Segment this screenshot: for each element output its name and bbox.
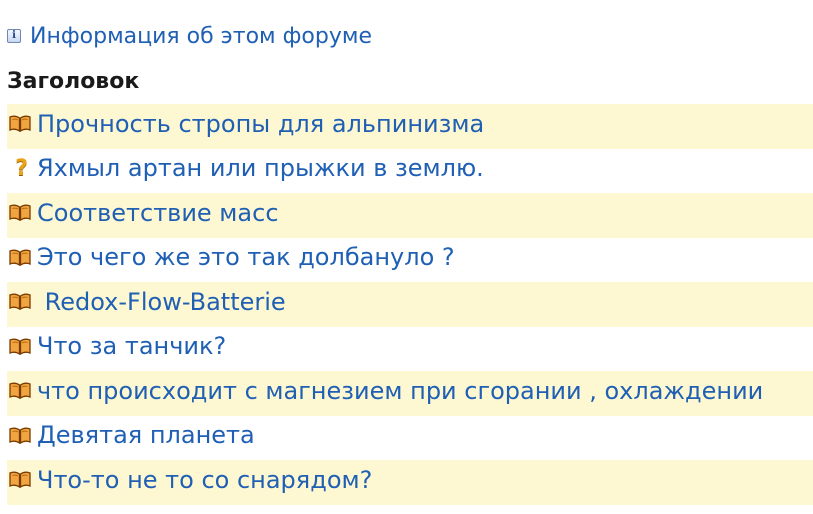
topic-title-link[interactable]: Девятая планета bbox=[37, 421, 255, 449]
topic-title-link[interactable]: Соответствие масс bbox=[37, 199, 279, 227]
open-book-icon bbox=[7, 292, 33, 312]
forum-info-link[interactable]: i Информация об этом форуме bbox=[7, 22, 372, 50]
open-book-icon bbox=[7, 247, 33, 267]
topic-title-link[interactable]: что происходит с магнезием при сгорании … bbox=[37, 377, 763, 405]
topic-row[interactable]: Что за танчик? bbox=[7, 327, 813, 372]
open-book-icon bbox=[7, 114, 33, 134]
topic-row[interactable]: Девятая планета bbox=[7, 416, 813, 461]
question-icon: ? bbox=[15, 155, 28, 181]
topic-title-link[interactable]: Что за танчик? bbox=[37, 332, 226, 360]
topic-row[interactable]: Соответствие масс bbox=[7, 193, 813, 238]
topic-title-link[interactable]: Это чего же это так долбануло ? bbox=[37, 243, 455, 271]
topic-row[interactable]: Что-то не то со снарядом? bbox=[7, 460, 813, 505]
topic-row[interactable]: Прочность стропы для альпинизма bbox=[7, 104, 813, 149]
topic-row[interactable]: Redox-Flow-Batterie bbox=[7, 282, 813, 327]
open-book-icon bbox=[7, 425, 33, 445]
topic-title-link[interactable]: Яхмыл артан или прыжки в землю. bbox=[37, 154, 484, 182]
topic-row[interactable]: Это чего же это так долбануло ? bbox=[7, 238, 813, 283]
open-book-icon bbox=[7, 203, 33, 223]
topic-title-link[interactable]: Redox-Flow-Batterie bbox=[37, 288, 286, 316]
topic-list: Прочность стропы для альпинизма ? Яхмыл … bbox=[7, 104, 813, 505]
topic-title-link[interactable]: Что-то не то со снарядом? bbox=[37, 466, 372, 494]
info-icon: i bbox=[7, 29, 21, 43]
forum-info-label[interactable]: Информация об этом форуме bbox=[30, 24, 372, 49]
open-book-icon bbox=[7, 381, 33, 401]
topic-title-link[interactable]: Прочность стропы для альпинизма bbox=[37, 110, 484, 138]
topics-column-header: Заголовок bbox=[7, 69, 140, 94]
topic-row[interactable]: ? Яхмыл артан или прыжки в землю. bbox=[7, 149, 813, 194]
open-book-icon bbox=[7, 336, 33, 356]
topic-row[interactable]: что происходит с магнезием при сгорании … bbox=[7, 371, 813, 416]
open-book-icon bbox=[7, 470, 33, 490]
